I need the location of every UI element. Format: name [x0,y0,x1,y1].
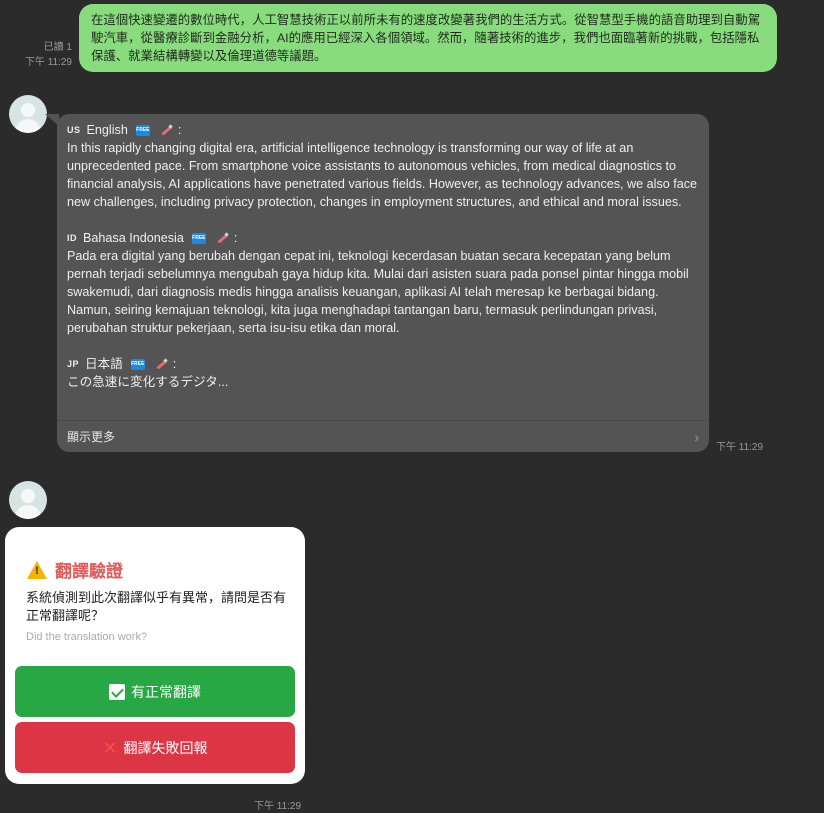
avatar[interactable] [9,95,47,133]
avatar[interactable] [9,481,47,519]
translation-text-japanese: この急速に変化するデジタ... [67,375,229,389]
language-header-indonesian: ID Bahasa Indonesia FREE : [67,231,238,245]
translation-verify-card: ! 翻譯驗證 系統偵測到此次翻譯似乎有異常，請問是否有正常翻譯呢？ Did th… [5,527,305,784]
card-description: 系統偵測到此次翻譯似乎有異常，請問是否有正常翻譯呢？ [26,590,287,623]
read-status: 已讀 1 [43,42,72,53]
show-more-label: 顯示更多 [67,430,116,444]
syringe-icon [216,232,230,244]
free-badge-icon: FREE [130,358,145,370]
translation-text-english: In this rapidly changing digital era, ar… [67,141,698,209]
warning-icon: ! [27,560,47,579]
card-time: 下午 11:29 [254,801,302,812]
free-badge-icon: FREE [135,124,150,136]
outgoing-message-text: 在這個快速變遷的數位時代，人工智慧技術正以前所未有的速度改變著我們的生活方式。從… [91,13,761,63]
language-header-english: US English FREE : [67,123,182,137]
translation-time: 下午 11:29 [716,442,764,453]
cross-icon: ✕ [102,737,118,758]
syringe-icon [160,124,174,136]
card-title-text: 翻譯驗證 [55,562,123,581]
translation-bubble: US English FREE : In this rapidly changi… [57,114,709,452]
language-header-japanese: JP 日本語 FREE : [67,357,177,371]
translation-ok-button[interactable]: 有正常翻譯 [15,666,295,717]
fail-button-label: 翻譯失敗回報 [123,739,208,756]
free-badge-icon: FREE [191,232,206,244]
translation-fail-report-button[interactable]: ✕ 翻譯失敗回報 [15,722,295,773]
id-flag-icon: ID [67,233,77,243]
chevron-right-icon: › [694,428,699,445]
us-flag-icon: US [67,125,81,135]
syringe-icon [155,358,169,370]
translation-text-indonesian: Pada era digital yang berubah dengan cep… [67,249,689,335]
outgoing-meta: 已讀 1 下午 11:29 [25,40,72,70]
jp-flag-icon: JP [67,359,80,369]
outgoing-time: 下午 11:29 [24,57,72,68]
language-name: Bahasa Indonesia [83,231,184,245]
outgoing-message-bubble[interactable]: 在這個快速變遷的數位時代，人工智慧技術正以前所未有的速度改變著我們的生活方式。從… [79,4,777,72]
ok-button-label: 有正常翻譯 [131,683,201,700]
card-subtitle: Did the translation work? [26,631,148,643]
card-title: ! 翻譯驗證 [27,557,123,582]
language-name: English [86,123,128,137]
check-icon [109,683,125,700]
language-name: 日本語 [85,357,123,371]
show-more-button[interactable]: 顯示更多 › [57,420,709,452]
